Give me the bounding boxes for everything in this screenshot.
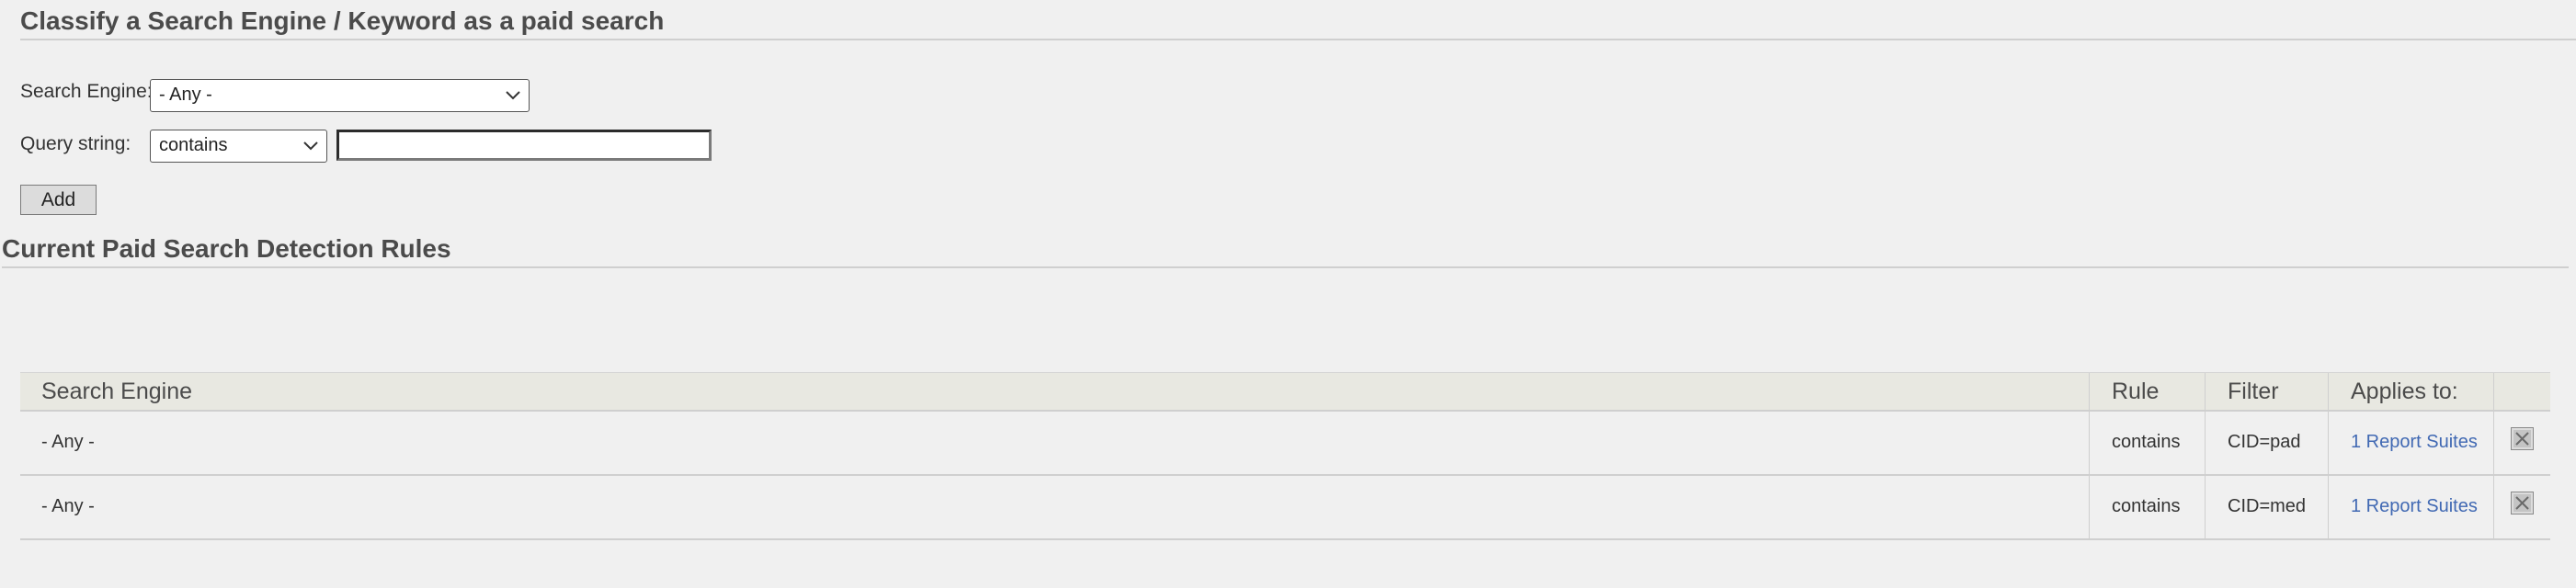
table-row: - Any - contains CID=med 1 Report Suites — [20, 475, 2550, 540]
search-engine-selected-value: - Any - — [159, 85, 212, 105]
cell-search-engine: - Any - — [41, 432, 95, 452]
column-header-applies-to: Applies to: — [2328, 373, 2493, 410]
rules-section-title: Current Paid Search Detection Rules — [2, 232, 2569, 268]
cell-filter: CID=pad — [2205, 411, 2328, 474]
cell-applies-to: 1 Report Suites — [2328, 411, 2493, 474]
cell-search-engine: - Any - — [41, 496, 95, 516]
column-header-delete — [2493, 373, 2550, 410]
delete-x-icon[interactable] — [2511, 492, 2534, 514]
table-header-row: Search Engine Rule Filter Applies to: — [20, 373, 2550, 412]
cell-applies-to: 1 Report Suites — [2328, 475, 2493, 538]
rule-select[interactable]: contains — [150, 130, 327, 163]
delete-x-icon[interactable] — [2511, 427, 2534, 450]
cell-rule: contains — [2089, 411, 2205, 474]
query-string-label: Query string: — [20, 133, 131, 154]
rules-table: Search Engine Rule Filter Applies to: - … — [20, 372, 2550, 540]
report-suites-link[interactable]: 1 Report Suites — [2351, 496, 2478, 517]
column-header-rule: Rule — [2089, 373, 2205, 410]
rule-selected-value: contains — [159, 135, 228, 155]
chevron-down-icon — [506, 91, 520, 100]
cell-delete — [2493, 475, 2550, 538]
table-row: - Any - contains CID=pad 1 Report Suites — [20, 411, 2550, 476]
add-button[interactable]: Add — [20, 185, 97, 215]
search-engine-label: Search Engine: — [20, 81, 153, 102]
classify-section-title: Classify a Search Engine / Keyword as a … — [20, 4, 2576, 40]
column-header-filter: Filter — [2205, 373, 2328, 410]
search-engine-select[interactable]: - Any - — [150, 79, 530, 112]
cell-delete — [2493, 411, 2550, 474]
paid-search-detection-page: Classify a Search Engine / Keyword as a … — [0, 0, 2576, 588]
query-string-input[interactable] — [336, 130, 712, 161]
column-header-search-engine: Search Engine — [41, 378, 193, 404]
report-suites-link[interactable]: 1 Report Suites — [2351, 432, 2478, 453]
cell-filter: CID=med — [2205, 475, 2328, 538]
cell-rule: contains — [2089, 475, 2205, 538]
chevron-down-icon — [303, 141, 318, 151]
